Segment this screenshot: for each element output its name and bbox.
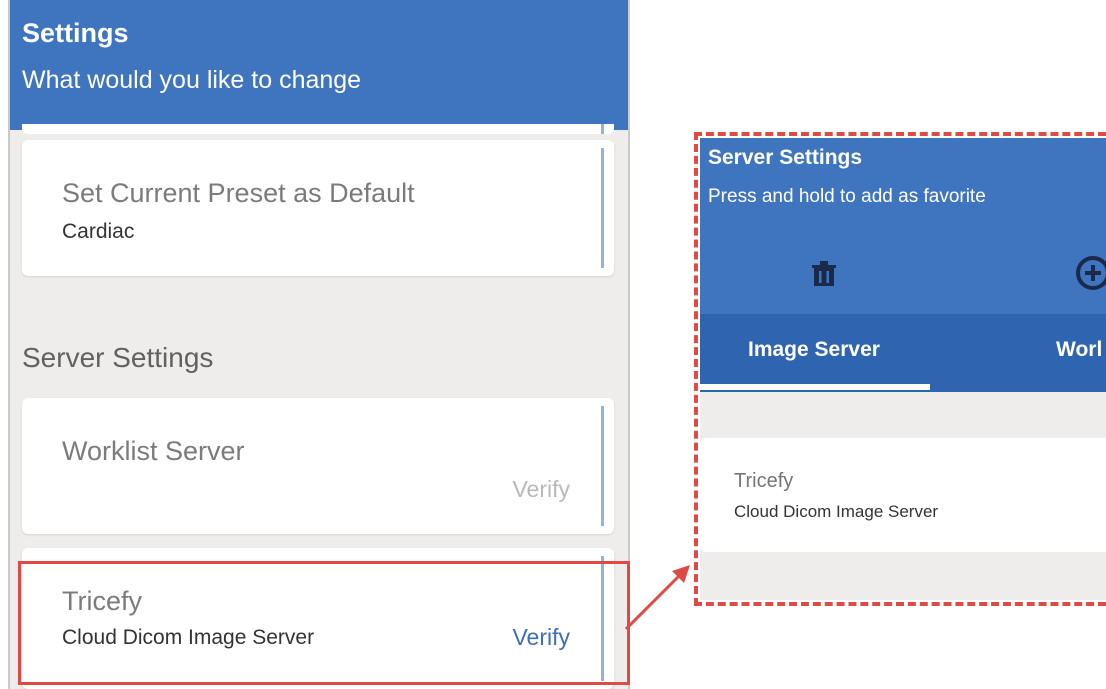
settings-header: Settings What would you like to change	[10, 0, 628, 130]
tab-worklist-server[interactable]: Worl	[1056, 338, 1102, 362]
server-settings-section-label: Server Settings	[22, 342, 214, 373]
active-tab-indicator	[700, 384, 930, 390]
worklist-server-title: Worklist Server	[62, 436, 245, 466]
tricefy-image-server-card[interactable]: Tricefy Cloud Dicom Image Server	[700, 438, 1106, 552]
page-subtitle: What would you like to change	[22, 66, 362, 94]
default-preset-value: Cardiac	[62, 220, 135, 243]
server-settings-zoom-panel: Server Settings Press and hold to add as…	[700, 138, 1106, 600]
tricefy-card-subtitle: Cloud Dicom Image Server	[734, 502, 939, 521]
scroll-indicator	[601, 124, 604, 134]
callout-arrow	[624, 565, 690, 631]
default-preset-title: Set Current Preset as Default	[62, 178, 415, 208]
scroll-indicator	[601, 406, 604, 526]
scroll-indicator	[601, 148, 604, 268]
trash-icon[interactable]	[810, 260, 838, 288]
worklist-server-card[interactable]: Worklist Server Verify	[22, 398, 614, 534]
default-preset-card[interactable]: Set Current Preset as Default Cardiac	[22, 140, 614, 276]
previous-card-edge	[22, 124, 614, 134]
tricefy-card-title: Tricefy	[734, 470, 794, 492]
server-settings-title: Server Settings	[708, 146, 863, 169]
highlight-box	[18, 561, 630, 685]
page-title: Settings	[22, 18, 129, 48]
server-tabs: Image Server Worl	[700, 314, 1106, 392]
plus-circle-icon[interactable]	[1076, 256, 1106, 290]
server-settings-header: Server Settings Press and hold to add as…	[700, 138, 1106, 314]
worklist-verify-button[interactable]: Verify	[512, 476, 570, 503]
tab-image-server[interactable]: Image Server	[748, 338, 880, 362]
server-settings-subtitle: Press and hold to add as favorite	[708, 186, 986, 207]
